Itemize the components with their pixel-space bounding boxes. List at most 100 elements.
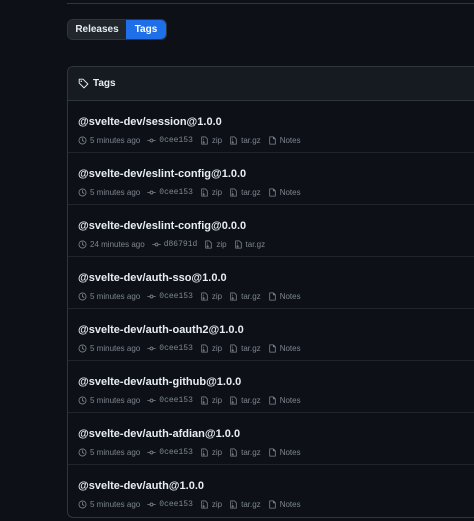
tag-name-link[interactable]: @svelte-dev/auth@1.0.0 — [78, 480, 204, 492]
file-zip-icon — [229, 136, 238, 145]
tar-label: tar.gz — [241, 344, 261, 353]
tag-time: 5 minutes ago — [78, 344, 140, 353]
tag-commit[interactable]: 0cee153 — [147, 448, 193, 457]
file-zip-icon — [200, 136, 209, 145]
tag-name-link[interactable]: @svelte-dev/eslint-config@1.0.0 — [78, 168, 246, 180]
commit-hash: 0cee153 — [159, 396, 193, 405]
notes-link[interactable]: Notes — [268, 188, 301, 197]
git-commit-icon — [147, 448, 156, 457]
tag-name-link[interactable]: @svelte-dev/auth-github@1.0.0 — [78, 376, 241, 388]
tag-time-text: 5 minutes ago — [90, 344, 141, 353]
zip-download-link[interactable]: zip — [200, 344, 222, 353]
zip-download-link[interactable]: zip — [204, 240, 227, 249]
tar-download-link[interactable]: tar.gz — [229, 292, 261, 301]
notes-link[interactable]: Notes — [268, 448, 301, 457]
tag-time: 5 minutes ago — [78, 292, 140, 301]
notes-link[interactable]: Notes — [268, 396, 301, 405]
zip-download-link[interactable]: zip — [200, 136, 222, 145]
zip-label: zip — [211, 292, 223, 301]
tag-time: 5 minutes ago — [78, 448, 140, 457]
tag-row: @svelte-dev/session@1.0.0 5 minutes ago — [68, 101, 474, 153]
tar-download-link[interactable]: tar.gz — [229, 344, 261, 353]
tag-meta: 5 minutes ago 0cee153 zip tar.gz Notes — [78, 136, 474, 145]
zip-label: zip — [211, 500, 223, 509]
tag-row: @svelte-dev/auth-afdian@1.0.0 5 minutes … — [68, 413, 474, 465]
tar-download-link[interactable]: tar.gz — [229, 500, 261, 509]
notes-label: Notes — [279, 344, 301, 353]
tag-commit[interactable]: 0cee153 — [147, 396, 193, 405]
tag-meta: 5 minutes ago 0cee153 zip tar.gz Notes — [78, 500, 474, 509]
tag-meta: 5 minutes ago 0cee153 zip tar.gz Notes — [78, 344, 474, 353]
file-zip-icon — [229, 292, 238, 301]
tag-commit[interactable]: 0cee153 — [147, 344, 193, 353]
commit-hash: 0cee153 — [159, 344, 193, 353]
tar-download-link[interactable]: tar.gz — [229, 448, 261, 457]
file-zip-icon — [200, 448, 209, 457]
tag-commit[interactable]: 0cee153 — [147, 500, 193, 509]
file-zip-icon — [200, 344, 209, 353]
notes-link[interactable]: Notes — [268, 292, 301, 301]
file-zip-icon — [200, 396, 209, 405]
tags-tab[interactable]: Tags — [126, 20, 166, 39]
tar-download-link[interactable]: tar.gz — [229, 188, 261, 197]
commit-hash: 0cee153 — [159, 500, 193, 509]
tag-meta: 5 minutes ago 0cee153 zip tar.gz Notes — [78, 448, 474, 457]
zip-download-link[interactable]: zip — [200, 448, 222, 457]
tag-commit[interactable]: 0cee153 — [147, 188, 193, 197]
commit-hash: 0cee153 — [159, 136, 193, 145]
commit-hash: 0cee153 — [159, 292, 193, 301]
tar-download-link[interactable]: tar.gz — [234, 240, 265, 249]
file-zip-icon — [229, 344, 238, 353]
tar-download-link[interactable]: tar.gz — [229, 136, 261, 145]
clock-icon — [78, 344, 87, 353]
tag-commit[interactable]: 0cee153 — [147, 136, 193, 145]
file-zip-icon — [229, 448, 238, 457]
clock-icon — [78, 396, 87, 405]
notes-link[interactable]: Notes — [268, 344, 301, 353]
file-icon — [268, 500, 277, 509]
git-commit-icon — [151, 240, 161, 249]
tar-label: tar.gz — [241, 396, 261, 405]
tag-time-text: 5 minutes ago — [90, 188, 141, 197]
zip-download-link[interactable]: zip — [200, 292, 222, 301]
tag-name-link[interactable]: @svelte-dev/eslint-config@0.0.0 — [78, 220, 246, 232]
clock-icon — [78, 188, 87, 197]
zip-label: zip — [211, 136, 223, 145]
zip-label: zip — [211, 448, 223, 457]
tags-panel-header: Tags — [68, 67, 474, 101]
notes-label: Notes — [279, 292, 301, 301]
git-commit-icon — [147, 344, 156, 353]
tar-download-link[interactable]: tar.gz — [229, 396, 261, 405]
tag-time: 5 minutes ago — [78, 188, 140, 197]
zip-download-link[interactable]: zip — [200, 500, 222, 509]
file-icon — [268, 292, 277, 301]
tag-time: 5 minutes ago — [78, 396, 140, 405]
zip-download-link[interactable]: zip — [200, 396, 222, 405]
tag-row: @svelte-dev/auth-github@1.0.0 5 minutes … — [68, 361, 474, 413]
tar-label: tar.gz — [241, 500, 261, 509]
commit-hash: 0cee153 — [159, 448, 193, 457]
zip-download-link[interactable]: zip — [200, 188, 222, 197]
clock-icon — [78, 448, 87, 457]
tag-name-link[interactable]: @svelte-dev/session@1.0.0 — [78, 116, 222, 128]
tag-row: @svelte-dev/auth@1.0.0 5 minutes ago 0ce… — [68, 465, 474, 517]
file-icon — [268, 136, 277, 145]
tags-panel: Tags @svelte-dev/session@1.0.0 5 minutes… — [67, 66, 474, 518]
tag-name-link[interactable]: @svelte-dev/auth-sso@1.0.0 — [78, 272, 227, 284]
file-icon — [268, 344, 277, 353]
clock-icon — [78, 500, 87, 509]
file-icon — [268, 448, 277, 457]
commit-hash: 0cee153 — [159, 188, 193, 197]
file-zip-icon — [229, 500, 238, 509]
releases-tab[interactable]: Releases — [68, 20, 126, 39]
notes-link[interactable]: Notes — [268, 500, 301, 509]
tag-meta: 5 minutes ago 0cee153 zip tar.gz Notes — [78, 396, 474, 405]
notes-link[interactable]: Notes — [268, 136, 301, 145]
tag-time-text: 5 minutes ago — [90, 136, 141, 145]
tag-name-link[interactable]: @svelte-dev/auth-afdian@1.0.0 — [78, 428, 240, 440]
tag-name-link[interactable]: @svelte-dev/auth-oauth2@1.0.0 — [78, 324, 244, 336]
zip-label: zip — [211, 396, 223, 405]
tag-commit[interactable]: 0cee153 — [147, 292, 193, 301]
tags-panel-title: Tags — [93, 78, 116, 89]
tag-commit[interactable]: d86791d — [151, 240, 197, 249]
